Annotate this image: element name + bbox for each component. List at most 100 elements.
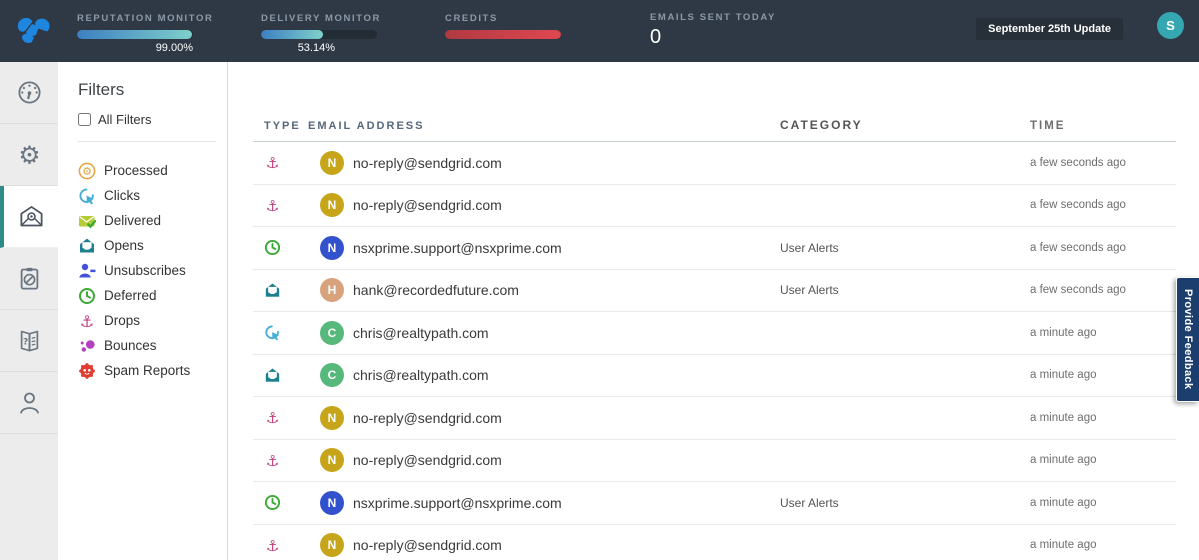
open-envelope-icon	[264, 282, 281, 299]
delivery-monitor: DELIVERY MONITOR 53.14%	[261, 13, 377, 54]
metric-bar	[261, 30, 377, 39]
anchor-icon	[78, 312, 96, 330]
sender-avatar: N	[320, 491, 344, 515]
sender-avatar: N	[320, 533, 344, 557]
sidebar-item-suppressions[interactable]	[0, 248, 58, 310]
email-address: nsxprime.support@nsxprime.com	[353, 495, 562, 511]
sidebar-item-settings[interactable]	[0, 124, 58, 186]
table-row[interactable]: N no-reply@sendgrid.com a few seconds ag…	[253, 185, 1176, 228]
sender-avatar: C	[320, 321, 344, 345]
table-header-row: TYPE EMAIL ADDRESS CATEGORY TIME	[253, 118, 1176, 142]
anchor-icon	[264, 409, 281, 426]
time-cell: a minute ago	[1030, 412, 1176, 424]
filter-label: Unsubscribes	[104, 263, 186, 278]
filter-label: Bounces	[104, 338, 157, 353]
open-envelope-icon	[264, 367, 281, 384]
filter-item-clicks[interactable]: Clicks	[78, 183, 227, 208]
table-row[interactable]: N nsxprime.support@nsxprime.com User Ale…	[253, 227, 1176, 270]
all-filters-row[interactable]: All Filters	[78, 112, 216, 142]
filters-panel: Filters All Filters Processed Clicks Del…	[58, 62, 228, 560]
email-address: no-reply@sendgrid.com	[353, 197, 502, 213]
table-row[interactable]: H hank@recordedfuture.com User Alerts a …	[253, 270, 1176, 313]
sidebar-item-support[interactable]	[0, 372, 58, 434]
table-row[interactable]: N no-reply@sendgrid.com a minute ago	[253, 397, 1176, 440]
filter-item-delivered[interactable]: Delivered	[78, 208, 227, 233]
all-filters-checkbox[interactable]	[78, 113, 91, 126]
metric-label: CREDITS	[445, 13, 561, 24]
filter-label: Clicks	[104, 188, 140, 203]
email-address: nsxprime.support@nsxprime.com	[353, 240, 562, 256]
email-address: no-reply@sendgrid.com	[353, 155, 502, 171]
metric-bar	[77, 30, 193, 39]
sender-avatar: N	[320, 193, 344, 217]
anchor-icon	[264, 452, 281, 469]
sidebar-item-guide[interactable]	[0, 310, 58, 372]
column-header-type: TYPE	[253, 120, 308, 132]
activity-table: TYPE EMAIL ADDRESS CATEGORY TIME N no-re…	[253, 118, 1176, 560]
metric-value: 53.14%	[261, 42, 335, 54]
anchor-icon	[264, 197, 281, 214]
processed-icon	[78, 162, 96, 180]
column-header-email: EMAIL ADDRESS	[308, 120, 780, 132]
metric-bar-fill	[77, 30, 192, 39]
reputation-monitor: REPUTATION MONITOR 99.00%	[77, 13, 193, 54]
table-row[interactable]: N nsxprime.support@nsxprime.com User Ale…	[253, 482, 1176, 525]
column-header-category: CATEGORY	[780, 118, 1030, 132]
filter-label: Deferred	[104, 288, 157, 303]
filter-label: Opens	[104, 238, 144, 253]
time-cell: a few seconds ago	[1030, 242, 1176, 254]
sender-avatar: N	[320, 236, 344, 260]
email-address: no-reply@sendgrid.com	[353, 410, 502, 426]
email-address: no-reply@sendgrid.com	[353, 452, 502, 468]
sidebar-item-dashboard[interactable]	[0, 62, 58, 124]
filter-item-deferred[interactable]: Deferred	[78, 283, 227, 308]
emails-sent-count: 0	[650, 26, 776, 49]
user-avatar[interactable]: S	[1157, 12, 1184, 39]
metric-label: DELIVERY MONITOR	[261, 13, 377, 24]
filter-item-bounces[interactable]: Bounces	[78, 333, 227, 358]
metric-label: REPUTATION MONITOR	[77, 13, 193, 24]
metric-bar	[445, 30, 561, 39]
filter-item-spam-reports[interactable]: Spam Reports	[78, 358, 227, 383]
email-address: chris@realtypath.com	[353, 325, 489, 341]
filter-item-opens[interactable]: Opens	[78, 233, 227, 258]
mail-activity-icon	[18, 203, 45, 230]
filter-item-drops[interactable]: Drops	[78, 308, 227, 333]
table-row[interactable]: N no-reply@sendgrid.com a few seconds ag…	[253, 142, 1176, 185]
filter-label: Processed	[104, 163, 168, 178]
email-address: hank@recordedfuture.com	[353, 282, 519, 298]
metric-bar-fill	[445, 30, 561, 39]
clock-icon	[264, 239, 281, 256]
provide-feedback-tab[interactable]: Provide Feedback	[1176, 277, 1199, 402]
filter-label: Drops	[104, 313, 140, 328]
icon-sidebar	[0, 62, 58, 560]
top-header: REPUTATION MONITOR 99.00% DELIVERY MONIT…	[0, 0, 1199, 62]
filters-title: Filters	[78, 80, 227, 100]
sendgrid-logo-icon[interactable]	[11, 8, 57, 54]
category-cell: User Alerts	[780, 241, 1030, 255]
filter-label: Spam Reports	[104, 363, 190, 378]
sidebar-item-activity[interactable]	[0, 186, 58, 248]
clipboard-block-icon	[16, 265, 43, 292]
filter-item-unsubscribes[interactable]: Unsubscribes	[78, 258, 227, 283]
table-row[interactable]: N no-reply@sendgrid.com a minute ago	[253, 440, 1176, 483]
gear-icon	[16, 141, 43, 168]
filter-label: Delivered	[104, 213, 161, 228]
emails-sent-block: EMAILS SENT TODAY 0	[650, 12, 776, 49]
sender-avatar: N	[320, 448, 344, 472]
clock-icon	[264, 494, 281, 511]
filter-item-processed[interactable]: Processed	[78, 158, 227, 183]
table-row[interactable]: N no-reply@sendgrid.com a minute ago	[253, 525, 1176, 560]
table-row[interactable]: C chris@realtypath.com a minute ago	[253, 312, 1176, 355]
sender-avatar: N	[320, 151, 344, 175]
open-envelope-icon	[78, 237, 96, 255]
gauge-icon	[16, 79, 43, 106]
anchor-icon	[264, 154, 281, 171]
bounce-icon	[78, 337, 96, 355]
table-row[interactable]: C chris@realtypath.com a minute ago	[253, 355, 1176, 398]
update-button[interactable]: September 25th Update	[976, 18, 1123, 40]
metric-bar-fill	[261, 30, 323, 39]
book-question-icon	[16, 327, 43, 354]
delivered-icon	[78, 212, 96, 230]
all-filters-label: All Filters	[98, 112, 151, 127]
